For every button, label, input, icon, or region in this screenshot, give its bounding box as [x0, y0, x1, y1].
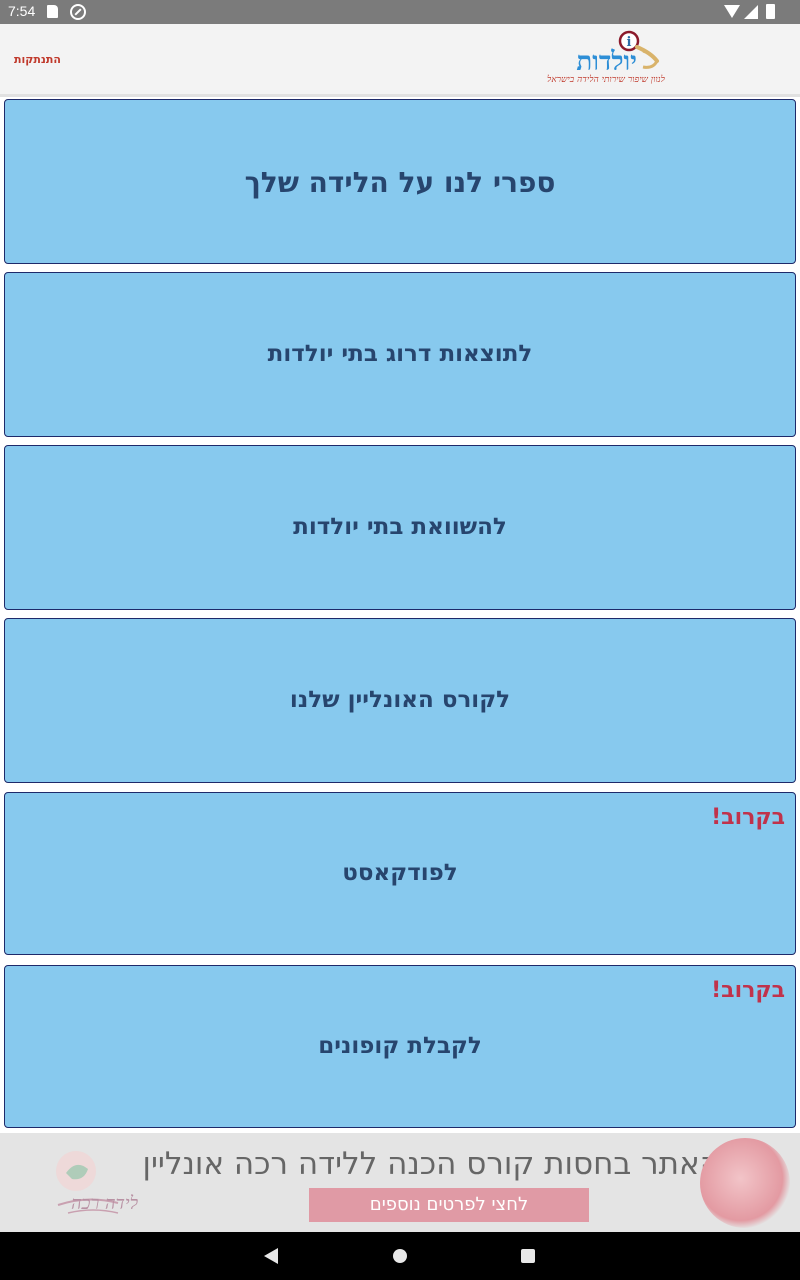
banner-headline: האתר בחסות קורס הכנה ללידה רכה אונליין [142, 1146, 720, 1182]
logo-tagline: לנוון שיפור שירותי הלידה בישראל [547, 75, 665, 85]
home-icon[interactable] [393, 1249, 407, 1263]
wifi-icon [724, 5, 740, 18]
menu-item-compare-hospitals[interactable]: להשוואת בתי יולדות [4, 445, 796, 610]
battery-icon [766, 4, 775, 19]
menu-item-share-birth-story[interactable]: ספרי לנו על הלידה שלך [4, 99, 796, 264]
brand-logo-text: לידה רכה [71, 1193, 138, 1214]
recent-apps-icon[interactable] [521, 1249, 535, 1263]
sync-icon [70, 4, 86, 20]
menu-item-label: לקורס האונליין שלנו [289, 687, 511, 713]
coming-soon-badge: בקרוב! [711, 978, 785, 1003]
signal-icon [744, 5, 758, 19]
back-icon[interactable] [264, 1248, 278, 1264]
menu-item-label: לקבלת קופונים [318, 1033, 482, 1059]
sd-card-icon [47, 5, 58, 18]
menu-item-label: לתוצאות דרוג בתי יולדות [267, 341, 533, 367]
status-bar: 7:54 [0, 0, 800, 24]
app-logo: i יולדות לנוון שיפור שירותי הלידה בישראל [545, 29, 665, 87]
menu-item-label: לפודקאסט [342, 860, 458, 886]
brand-logo: לידה רכה [28, 1143, 153, 1228]
logout-button[interactable]: התנתקות [14, 53, 61, 66]
decorative-flower-icon [700, 1138, 790, 1228]
menu-item-podcast[interactable]: בקרוב! לפודקאסט [4, 792, 796, 955]
menu-item-label: ספרי לנו על הלידה שלך [244, 166, 556, 199]
brand-logo-graphic: לידה רכה [56, 1151, 139, 1214]
coming-soon-badge: בקרוב! [711, 805, 785, 830]
menu-item-label: להשוואת בתי יולדות [293, 514, 507, 540]
logo-text: יולדות [576, 47, 637, 77]
more-details-button[interactable]: לחצי לפרטים נוספים [309, 1188, 589, 1222]
menu-item-ranking-results[interactable]: לתוצאות דרוג בתי יולדות [4, 272, 796, 437]
app-header: התנתקות i יולדות לנוון שיפור שירותי הליד… [0, 24, 800, 97]
menu-item-coupons[interactable]: בקרוב! לקבלת קופונים [4, 965, 796, 1128]
status-icons [722, 4, 778, 20]
system-nav-bar [0, 1232, 800, 1280]
status-time: 7:54 [8, 3, 36, 19]
menu-item-online-course[interactable]: לקורס האונליין שלנו [4, 618, 796, 783]
sponsor-banner[interactable]: לידה רכה האתר בחסות קורס הכנה ללידה רכה … [0, 1133, 800, 1232]
